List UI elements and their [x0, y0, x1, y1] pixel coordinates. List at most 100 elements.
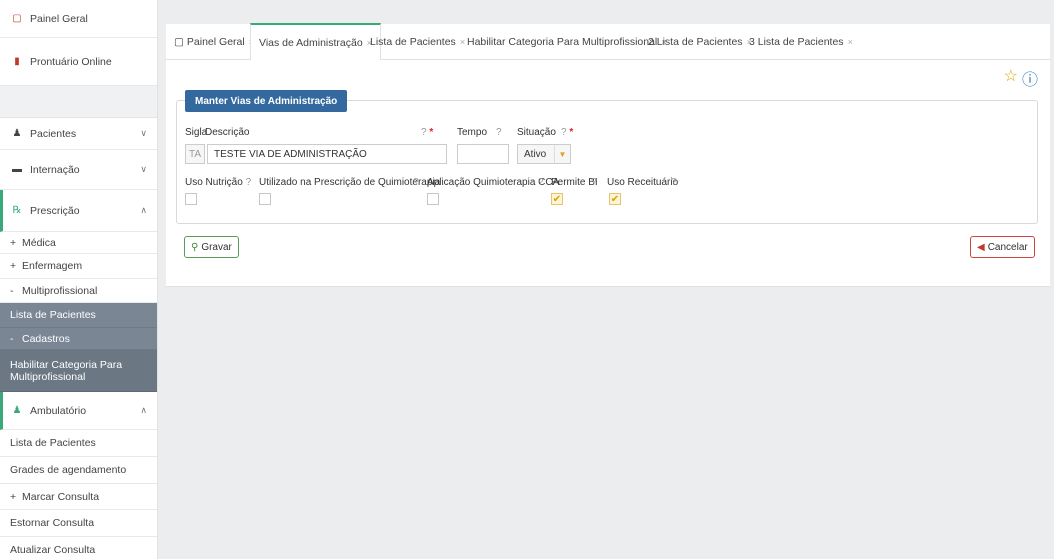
star-icon[interactable]: ☆ [1004, 66, 1018, 90]
close-icon[interactable]: × [848, 37, 853, 47]
required-icon: * [429, 127, 434, 138]
help-icon[interactable]: ? [561, 127, 567, 138]
sidebar-item-label: Enfermagem [22, 260, 83, 272]
sidebar-item-habilitar-categoria[interactable]: Habilitar Categoria Para Multiprofission… [0, 350, 157, 392]
sidebar-item-label: Médica [22, 236, 56, 249]
info-icon[interactable]: ⓘ [1022, 66, 1038, 90]
expand-icon: + [10, 260, 17, 272]
uso-nutricao-checkbox[interactable] [185, 193, 197, 205]
tab-3-lista-pacientes[interactable]: 3 Lista de Pacientes × [741, 24, 861, 60]
tempo-input[interactable] [457, 144, 509, 164]
chevron-down-icon: ▼ [554, 145, 570, 163]
sigla-input[interactable]: TA [185, 144, 205, 164]
form-legend: Manter Vias de Administração [185, 90, 348, 112]
required-icon: * [569, 127, 574, 138]
sidebar-item-label: Ambulatório [30, 404, 87, 417]
help-icon[interactable]: ? [413, 177, 419, 188]
tab-label: Painel Geral [186, 36, 245, 48]
sidebar-item-ambulatorio[interactable]: ♟ Ambulatório ∧ [0, 392, 157, 430]
sidebar-item-prontuario[interactable]: ▮ Prontuário Online [0, 38, 157, 86]
sidebar-item-label: Prescrição [30, 204, 80, 217]
help-icon[interactable]: ? [421, 127, 427, 138]
sidebar-item-amb-lista[interactable]: Lista de Pacientes [0, 430, 157, 457]
sidebar-item-atualizar[interactable]: Atualizar Consulta [0, 537, 157, 559]
uso-receituario-checkbox[interactable]: ✔ [609, 193, 621, 205]
sidebar-item-label: Painel Geral [30, 12, 88, 25]
aplicacao-checkbox[interactable] [427, 193, 439, 205]
sidebar-item-cadastros[interactable]: - Cadastros [0, 328, 157, 350]
monitor-icon: ▢ [174, 36, 184, 48]
sidebar-item-label: Cadastros [22, 332, 70, 345]
sidebar-item-grades[interactable]: Grades de agendamento [0, 457, 157, 484]
sidebar-item-internacao[interactable]: ▬ Internação ∨ [0, 150, 157, 190]
sidebar: ▢ Painel Geral ▮ Prontuário Online ♟ Pac… [0, 0, 158, 559]
help-icon[interactable]: ? [538, 177, 544, 188]
sidebar-item-label: Atualizar Consulta [10, 543, 96, 556]
user-md-icon: ♟ [12, 405, 22, 416]
tempo-label: Tempo [457, 127, 488, 138]
tab-bar: ▢ Painel Geral × Vias de Administração ×… [166, 23, 1050, 60]
sidebar-item-label: Grades de agendamento [10, 464, 127, 476]
sidebar-separator [0, 86, 157, 118]
tab-label: Habilitar Categoria Para Multiprofission… [467, 36, 658, 48]
tab-label: 3 Lista de Pacientes [749, 36, 844, 48]
situacao-value: Ativo [524, 148, 547, 160]
sidebar-item-label: Lista de Pacientes [10, 309, 96, 321]
cancelar-label: Cancelar [987, 241, 1028, 253]
sidebar-item-label: Marcar Consulta [22, 490, 100, 503]
help-icon[interactable]: ? [591, 177, 597, 188]
sidebar-item-label: Lista de Pacientes [10, 437, 96, 449]
sidebar-item-enfermagem[interactable]: + Enfermagem [0, 254, 157, 279]
sidebar-item-estornar[interactable]: Estornar Consulta [0, 510, 157, 537]
tab-label: 2 Lista de Pacientes [648, 36, 743, 48]
user-icon: ♟ [12, 128, 22, 139]
undo-icon: ◀ [977, 241, 985, 253]
help-icon[interactable]: ? [246, 177, 252, 188]
situacao-label: Situação [517, 127, 556, 138]
situacao-select[interactable]: Ativo ▼ [517, 144, 571, 164]
sidebar-item-painel-geral[interactable]: ▢ Painel Geral [0, 0, 157, 38]
chevron-up-icon: ∧ [140, 405, 147, 415]
cancelar-button[interactable]: ◀ Cancelar [970, 236, 1035, 258]
prescription-icon: ℞ [12, 205, 22, 216]
gravar-label: Gravar [201, 241, 232, 253]
tab-label: Lista de Pacientes [370, 36, 456, 48]
expand-icon: + [10, 236, 17, 249]
monitor-icon: ▢ [12, 13, 22, 24]
gravar-button[interactable]: ⚲ Gravar [184, 236, 239, 258]
tab-label: Vias de Administração [259, 36, 363, 49]
help-icon[interactable]: ? [496, 127, 502, 138]
permite-bi-checkbox[interactable]: ✔ [551, 193, 563, 205]
main-panel: ☆ ⓘ Manter Vias de Administração Sigla D… [166, 60, 1050, 287]
tab-lista-pacientes[interactable]: Lista de Pacientes × [362, 24, 473, 60]
sidebar-item-prescricao[interactable]: ℞ Prescrição ∧ [0, 190, 157, 232]
help-icon[interactable]: ? [671, 177, 677, 188]
quimio-checkbox[interactable] [259, 193, 271, 205]
collapse-icon: - [10, 332, 14, 345]
expand-icon: + [10, 490, 17, 503]
sidebar-item-label: Habilitar Categoria Para Multiprofission… [10, 358, 123, 383]
sidebar-item-marcar-consulta[interactable]: + Marcar Consulta [0, 484, 157, 510]
sidebar-item-medica[interactable]: + Médica [0, 232, 157, 254]
chevron-down-icon: ∨ [140, 164, 147, 174]
sidebar-item-label: Prontuário Online [30, 55, 112, 68]
bed-icon: ▬ [12, 164, 22, 175]
form-fieldset: Manter Vias de Administração Sigla Descr… [176, 90, 1038, 224]
folder-icon: ▮ [14, 56, 20, 67]
sidebar-item-pacientes[interactable]: ♟ Pacientes ∨ [0, 118, 157, 150]
sidebar-item-lista-pacientes[interactable]: Lista de Pacientes [0, 303, 157, 328]
sidebar-item-multiprofissional[interactable]: - Multiprofissional [0, 279, 157, 303]
chevron-up-icon: ∧ [140, 205, 147, 215]
uso-receituario-label: Uso Receituário [607, 177, 679, 188]
sidebar-item-label: Internação [30, 163, 80, 176]
chevron-down-icon: ∨ [140, 128, 147, 138]
uso-nutricao-label: Uso Nutrição [185, 177, 243, 188]
descricao-input[interactable]: TESTE VIA DE ADMINISTRAÇÃO [207, 144, 447, 164]
save-icon: ⚲ [191, 241, 199, 253]
sidebar-item-label: Pacientes [30, 127, 77, 140]
top-icons: ☆ ⓘ [1004, 66, 1038, 90]
tab-painel-geral[interactable]: ▢ Painel Geral × [166, 24, 262, 60]
sidebar-item-label: Multiprofissional [22, 284, 98, 297]
collapse-icon: - [10, 284, 14, 297]
sigla-label: Sigla [185, 127, 208, 138]
